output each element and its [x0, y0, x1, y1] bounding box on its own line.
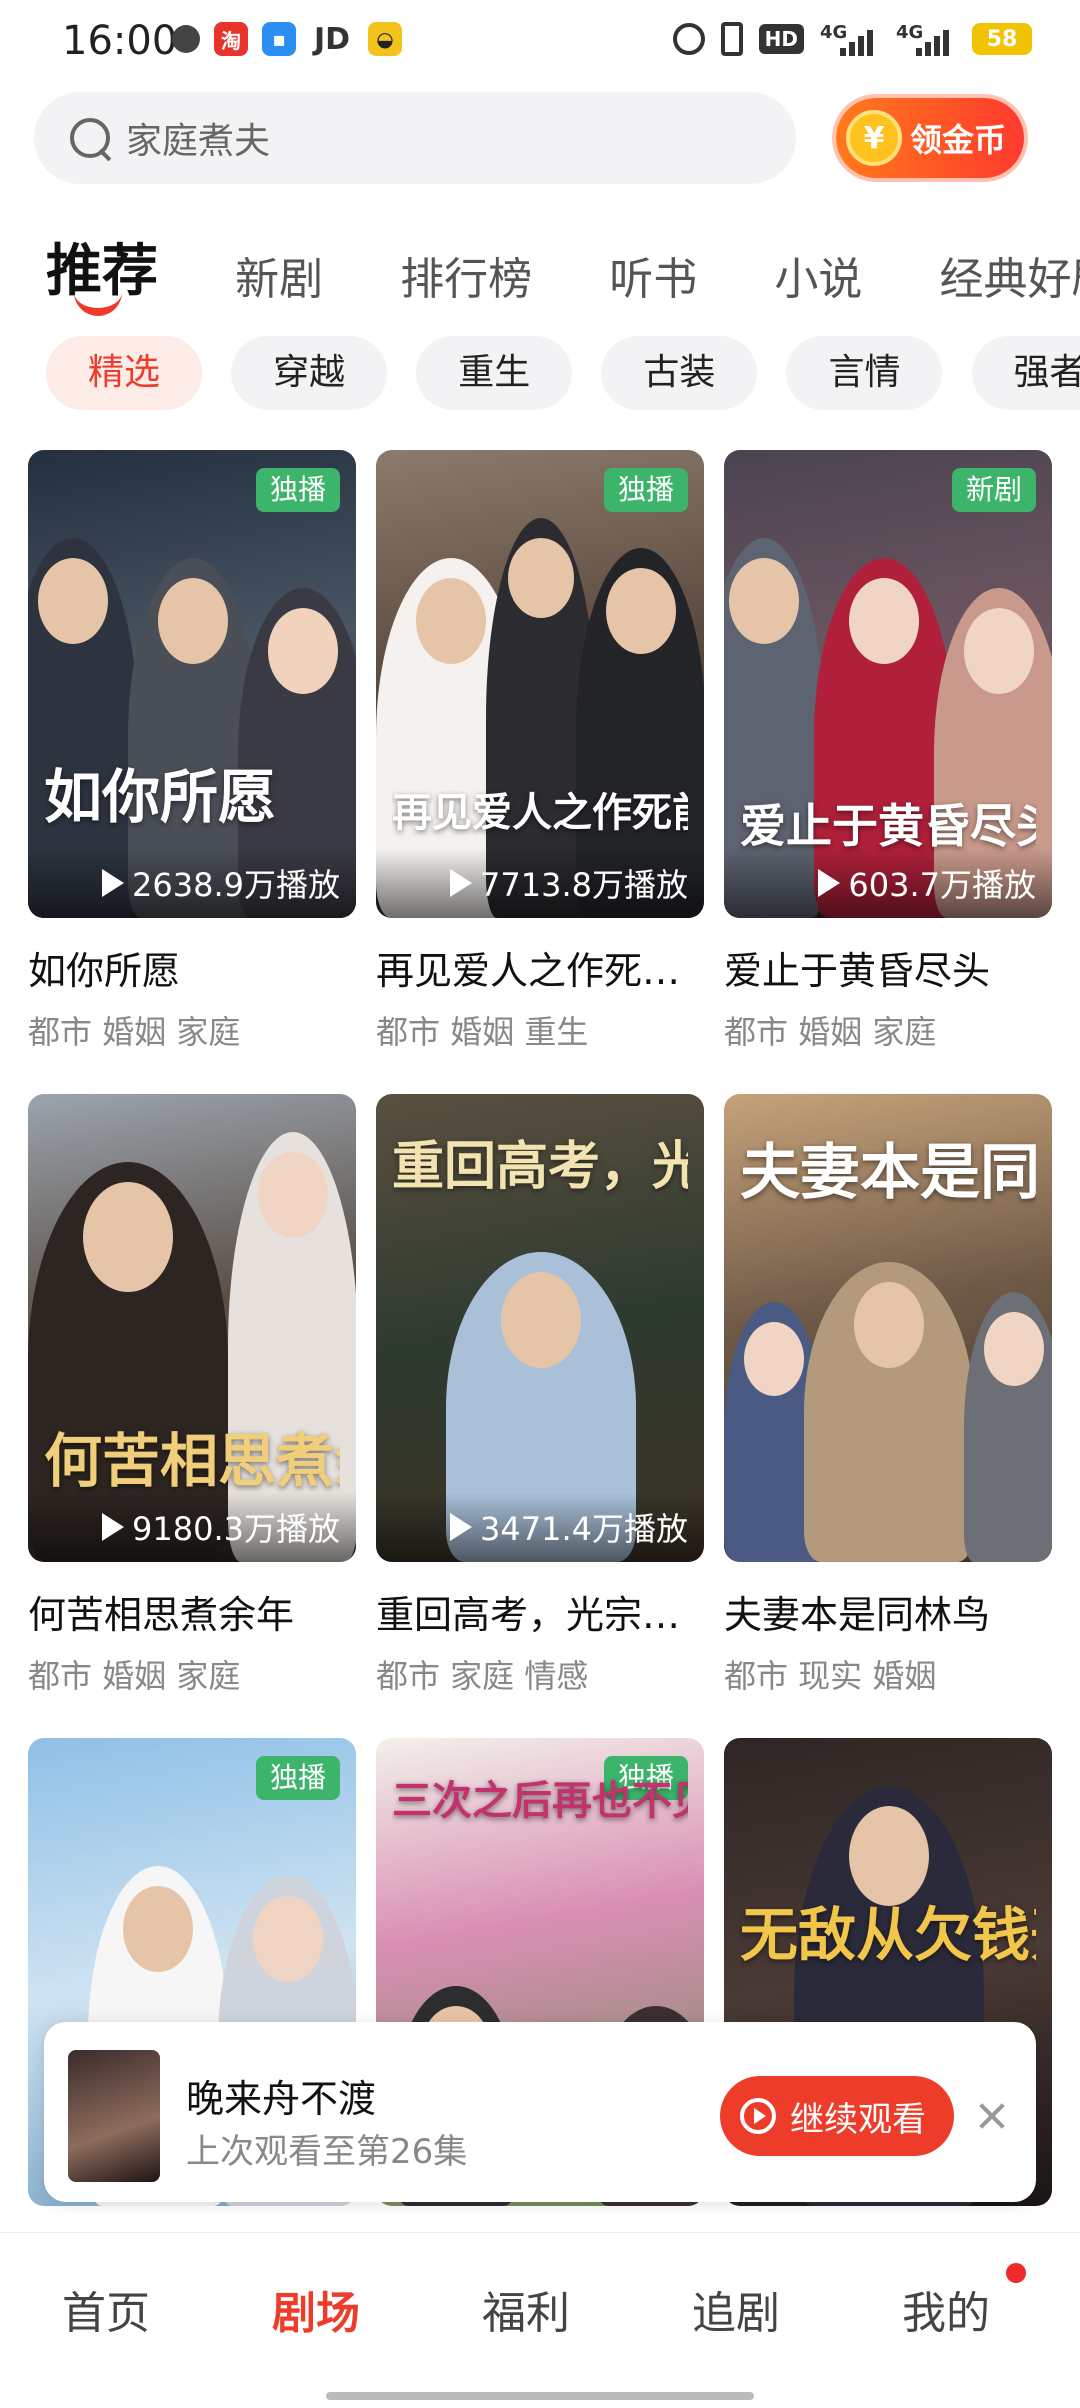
play-circle-icon [740, 2098, 776, 2134]
play-icon [102, 869, 125, 897]
active-tab-indicator [74, 292, 122, 316]
status-time: 16:00 [62, 18, 178, 64]
tab-audiobook[interactable]: 听书 [609, 243, 697, 307]
tab-novel[interactable]: 小说 [774, 243, 862, 307]
search-placeholder: 家庭煮夫 [126, 121, 271, 162]
continue-watching-banner[interactable]: 晚来舟不渡 上次观看至第26集 继续观看 [44, 2022, 1036, 2202]
poster-title: 再见爱人之作死前妻后悔了 [392, 789, 688, 836]
drama-title[interactable]: 夫妻本是同林鸟 [724, 1584, 1052, 1639]
exclusive-badge: 独播 [255, 468, 340, 512]
vibrate-icon [720, 22, 743, 56]
shopping-icon: 淘 [214, 22, 248, 56]
chip-romance[interactable]: 言情 [786, 336, 943, 410]
hd-icon: HD [758, 24, 804, 54]
battery-icon: 58 [972, 23, 1032, 55]
drama-poster[interactable]: 夫妻本是同林鸟 [724, 1094, 1052, 1562]
home-indicator[interactable] [326, 2392, 754, 2400]
drama-poster[interactable]: 新剧 爱止于黄昏尽头 603.7万播放 [724, 450, 1052, 918]
tab-ranking[interactable]: 排行榜 [400, 243, 532, 307]
drama-title[interactable]: 重回高考，光宗… [376, 1584, 704, 1639]
chip-featured[interactable]: 精选 [46, 336, 203, 410]
drama-tags: 都市 婚姻 家庭 [28, 1013, 241, 1051]
drama-tags: 都市 现实 婚姻 [724, 1657, 937, 1695]
nav-welfare[interactable]: 福利 [456, 2277, 596, 2341]
play-icon [102, 1513, 125, 1541]
nav-profile[interactable]: 我的 [876, 2277, 1016, 2341]
main-tabs: 推荐 新剧 排行榜 听书 小说 经典好剧 [46, 226, 1080, 326]
play-count: 2638.9万播放 [28, 848, 356, 918]
drama-title[interactable]: 何苦相思煮余年 [28, 1584, 356, 1639]
drama-card[interactable]: 新剧 爱止于黄昏尽头 603.7万播放 爱止于黄昏尽头 都市 婚姻 家庭 [724, 450, 1052, 1053]
play-icon [450, 1513, 473, 1541]
continue-watching-button[interactable]: 继续观看 [720, 2076, 954, 2156]
drama-tags: 都市 婚姻 重生 [376, 1013, 589, 1051]
continue-progress: 上次观看至第26集 [186, 2132, 468, 2172]
drama-title[interactable]: 爱止于黄昏尽头 [724, 940, 1052, 995]
exclusive-badge: 独播 [603, 468, 688, 512]
drama-poster[interactable]: 独播 再见爱人之作死前妻后悔了 7713.8万播放 [376, 450, 704, 918]
status-bar: 16:00 淘 ▪ JD ◒ HD 4G 4G 58 [0, 0, 1080, 84]
notification-dot [1006, 2263, 1026, 2283]
nav-theater[interactable]: 剧场 [246, 2277, 386, 2341]
category-chips: 精选 穿越 重生 古装 言情 强者 [46, 336, 1080, 412]
chip-time-travel[interactable]: 穿越 [231, 336, 388, 410]
play-count: 3471.4万播放 [376, 1492, 704, 1562]
poster-title: 重回高考，光宗耀祖 [392, 1136, 688, 1197]
app-icon: ◒ [368, 22, 402, 56]
nav-home[interactable]: 首页 [36, 2277, 176, 2341]
drama-title[interactable]: 再见爱人之作死… [376, 940, 704, 995]
drama-title[interactable]: 如你所愿 [28, 940, 356, 995]
drama-poster[interactable]: 何苦相思煮余年 9180.3万播放 [28, 1094, 356, 1562]
message-icon: ▪ [262, 22, 296, 56]
tab-new[interactable]: 新剧 [235, 243, 323, 307]
play-icon [818, 869, 841, 897]
play-count: 9180.3万播放 [28, 1492, 356, 1562]
bottom-nav: 首页 剧场 福利 追剧 我的 [0, 2232, 1080, 2408]
get-coins-button[interactable]: ¥ 领金币 [836, 98, 1024, 178]
drama-card[interactable]: 独播 如你所愿 2638.9万播放 如你所愿 都市 婚姻 家庭 [28, 450, 356, 1053]
poster-title: 无敌从欠钱开始 [740, 1901, 1036, 1969]
close-icon[interactable] [976, 2100, 1008, 2132]
drama-poster[interactable]: 重回高考，光宗耀祖 3471.4万播放 [376, 1094, 704, 1562]
chip-strong[interactable]: 强者 [971, 336, 1080, 410]
exclusive-badge: 独播 [255, 1756, 340, 1800]
tab-classic[interactable]: 经典好剧 [939, 243, 1080, 307]
drama-card[interactable]: 何苦相思煮余年 9180.3万播放 何苦相思煮余年 都市 婚姻 家庭 [28, 1094, 356, 1697]
status-right: HD 4G 4G 58 [672, 22, 1032, 56]
drama-tags: 都市 婚姻 家庭 [28, 1657, 241, 1695]
poster-title: 爱止于黄昏尽头 [740, 799, 1036, 853]
signal-icon-2: 4G [896, 22, 956, 56]
get-coins-label: 领金币 [910, 121, 1007, 159]
drama-tags: 都市 婚姻 家庭 [724, 1013, 937, 1051]
drama-tags: 都市 家庭 情感 [376, 1657, 589, 1695]
drama-card[interactable]: 独播 再见爱人之作死前妻后悔了 7713.8万播放 再见爱人之作死… 都市 婚姻… [376, 450, 704, 1053]
poster-title: 夫妻本是同林鸟 [740, 1138, 1036, 1208]
globe-icon [172, 25, 200, 53]
search-input[interactable]: 家庭煮夫 [34, 92, 796, 184]
nav-following[interactable]: 追剧 [666, 2277, 806, 2341]
search-icon [68, 116, 112, 160]
continue-title: 晚来舟不渡 [186, 2077, 377, 2121]
tab-recommend[interactable]: 推荐 [46, 226, 158, 316]
jd-icon: JD [313, 21, 351, 57]
alarm-icon [672, 23, 705, 55]
new-drama-badge: 新剧 [951, 468, 1036, 512]
play-count: 7713.8万播放 [376, 848, 704, 918]
drama-card[interactable]: 夫妻本是同林鸟 夫妻本是同林鸟 都市 现实 婚姻 [724, 1094, 1052, 1697]
continue-label: 继续观看 [790, 2099, 926, 2140]
poster-title: 三次之后再也不见 [392, 1777, 688, 1824]
play-count: 603.7万播放 [724, 848, 1052, 918]
chip-rebirth[interactable]: 重生 [416, 336, 573, 410]
poster-title: 何苦相思煮余年 [44, 1427, 340, 1495]
signal-icon: 4G [820, 22, 880, 56]
poster-title: 如你所愿 [44, 763, 277, 831]
chip-costume[interactable]: 古装 [601, 336, 758, 410]
coin-icon: ¥ [846, 110, 902, 166]
play-icon [450, 869, 473, 897]
drama-card[interactable]: 重回高考，光宗耀祖 3471.4万播放 重回高考，光宗… 都市 家庭 情感 [376, 1094, 704, 1697]
continue-thumbnail[interactable] [68, 2050, 160, 2182]
drama-poster[interactable]: 独播 如你所愿 2638.9万播放 [28, 450, 356, 918]
status-app-icons: 淘 ▪ JD ◒ [172, 21, 402, 57]
